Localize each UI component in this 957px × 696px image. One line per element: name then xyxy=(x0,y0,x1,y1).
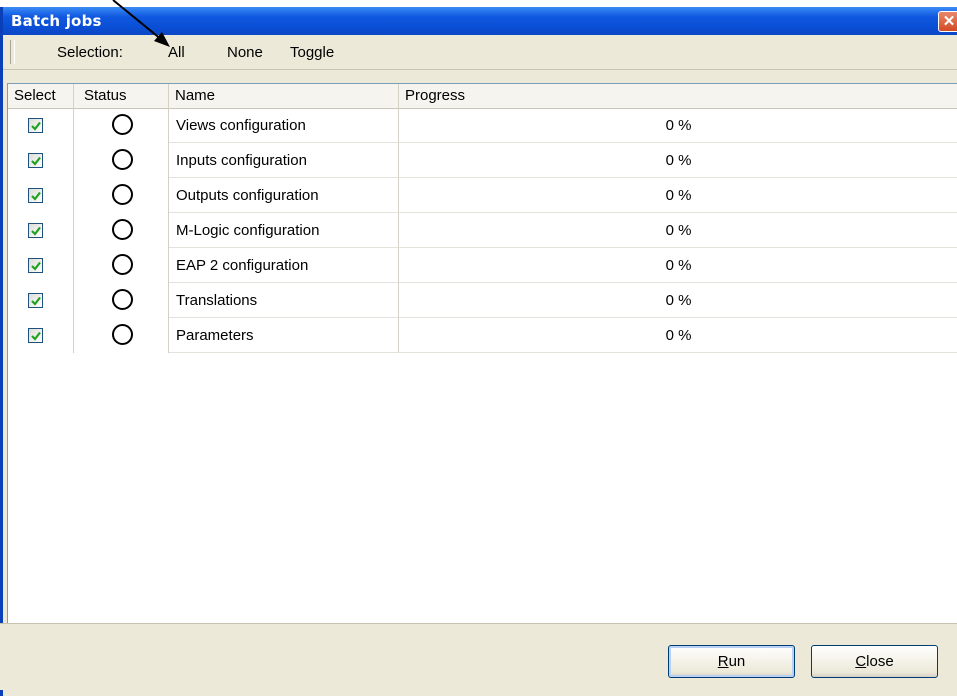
checkbox-checked-icon[interactable] xyxy=(28,258,43,273)
job-name: Parameters xyxy=(169,318,399,353)
status-circle-icon xyxy=(112,184,133,205)
status-circle-icon xyxy=(112,219,133,240)
table-row[interactable]: Translations 0 % xyxy=(8,283,957,318)
status-cell xyxy=(74,108,169,143)
close-button-mnemonic: C xyxy=(855,653,867,670)
job-progress: 0 % xyxy=(399,213,957,248)
select-cell xyxy=(8,318,74,353)
select-cell xyxy=(8,178,74,213)
status-circle-icon xyxy=(112,114,133,135)
status-circle-icon xyxy=(112,324,133,345)
column-header-select[interactable]: Select xyxy=(8,84,74,108)
table-row[interactable]: EAP 2 configuration 0 % xyxy=(8,248,957,283)
job-name: EAP 2 configuration xyxy=(169,248,399,283)
run-button-mnemonic: R xyxy=(717,653,729,670)
selection-label: Selection: xyxy=(57,44,123,61)
table-row[interactable]: Inputs configuration 0 % xyxy=(8,143,957,178)
checkbox-checked-icon[interactable] xyxy=(28,188,43,203)
table-row[interactable]: M-Logic configuration 0 % xyxy=(8,213,957,248)
status-cell xyxy=(74,318,169,353)
close-button-label: lose xyxy=(866,653,894,670)
select-cell xyxy=(8,248,74,283)
close-window-icon[interactable]: ✕ xyxy=(938,11,957,32)
column-header-name[interactable]: Name xyxy=(169,84,399,108)
run-button[interactable]: Run xyxy=(668,645,795,678)
checkbox-checked-icon[interactable] xyxy=(28,223,43,238)
status-cell xyxy=(74,178,169,213)
job-name: Views configuration xyxy=(169,108,399,143)
title-bar[interactable]: Batch jobs ✕ xyxy=(3,7,957,35)
list-header: Select Status Name Progress xyxy=(8,84,957,109)
table-row[interactable]: Views configuration 0 % xyxy=(8,108,957,143)
job-progress: 0 % xyxy=(399,178,957,213)
table-row[interactable]: Parameters 0 % xyxy=(8,318,957,353)
status-cell xyxy=(74,213,169,248)
status-circle-icon xyxy=(112,254,133,275)
select-cell xyxy=(8,143,74,178)
column-header-status[interactable]: Status xyxy=(74,84,169,108)
job-progress: 0 % xyxy=(399,318,957,353)
select-none-link[interactable]: None xyxy=(227,44,263,61)
job-name: M-Logic configuration xyxy=(169,213,399,248)
checkbox-checked-icon[interactable] xyxy=(28,328,43,343)
window-title: Batch jobs xyxy=(11,12,102,30)
job-name: Translations xyxy=(169,283,399,318)
status-circle-icon xyxy=(112,289,133,310)
select-cell xyxy=(8,213,74,248)
selection-toolbar: Selection: All None Toggle xyxy=(3,35,957,70)
table-row[interactable]: Outputs configuration 0 % xyxy=(8,178,957,213)
job-progress: 0 % xyxy=(399,143,957,178)
job-progress: 0 % xyxy=(399,108,957,143)
select-all-link[interactable]: All xyxy=(168,44,185,61)
checkbox-checked-icon[interactable] xyxy=(28,293,43,308)
select-cell xyxy=(8,283,74,318)
status-cell xyxy=(74,283,169,318)
status-cell xyxy=(74,143,169,178)
checkbox-checked-icon[interactable] xyxy=(28,118,43,133)
select-cell xyxy=(8,108,74,143)
close-button[interactable]: Close xyxy=(811,645,938,678)
column-header-progress[interactable]: Progress xyxy=(399,84,957,108)
jobs-list[interactable]: Select Status Name Progress Views config… xyxy=(7,83,957,624)
toolbar-grip[interactable] xyxy=(10,40,15,64)
job-progress: 0 % xyxy=(399,248,957,283)
job-name: Outputs configuration xyxy=(169,178,399,213)
job-progress: 0 % xyxy=(399,283,957,318)
run-button-label: un xyxy=(728,653,746,670)
dialog-footer: Run Close xyxy=(0,623,957,690)
job-name: Inputs configuration xyxy=(169,143,399,178)
toggle-selection-link[interactable]: Toggle xyxy=(290,44,334,61)
checkbox-checked-icon[interactable] xyxy=(28,153,43,168)
status-cell xyxy=(74,248,169,283)
status-circle-icon xyxy=(112,149,133,170)
